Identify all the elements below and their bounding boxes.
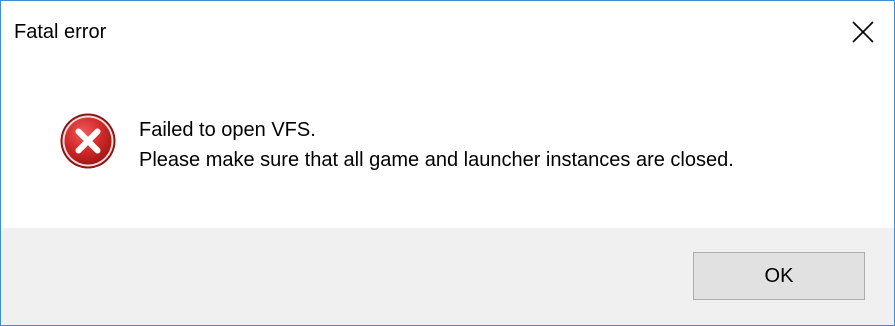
close-button[interactable] bbox=[832, 1, 894, 63]
error-dialog: Fatal error Failed to open VFS. Please m… bbox=[0, 0, 895, 326]
close-icon bbox=[852, 21, 874, 43]
error-icon bbox=[60, 113, 116, 169]
dialog-title: Fatal error bbox=[14, 21, 107, 43]
message-line-2: Please make sure that all game and launc… bbox=[139, 149, 734, 171]
ok-button[interactable]: OK bbox=[693, 252, 865, 300]
dialog-content: Failed to open VFS. Please make sure tha… bbox=[1, 63, 894, 228]
button-bar: OK bbox=[1, 228, 894, 325]
title-bar[interactable]: Fatal error bbox=[1, 1, 894, 63]
message-line-1: Failed to open VFS. bbox=[139, 119, 316, 141]
error-message: Failed to open VFS. Please make sure tha… bbox=[139, 115, 734, 175]
